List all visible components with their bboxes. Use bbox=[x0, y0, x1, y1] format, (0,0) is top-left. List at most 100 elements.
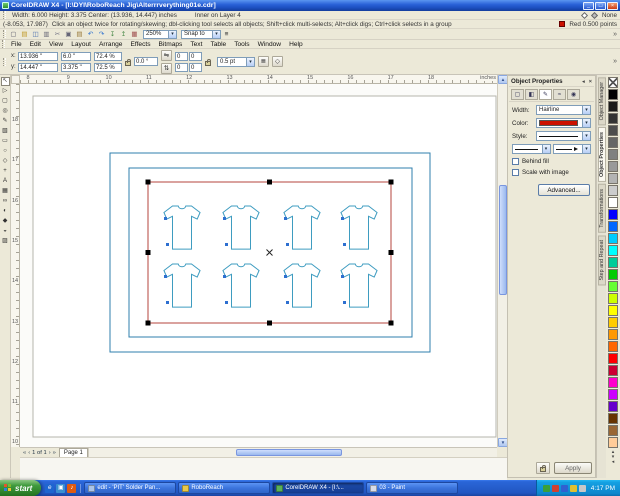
palette-color-swatch[interactable] bbox=[608, 329, 618, 340]
corner-radius-tl-input[interactable]: 0 bbox=[175, 51, 188, 61]
shape-tool[interactable]: ▷ bbox=[1, 87, 10, 96]
fill-tool[interactable]: ◒ bbox=[1, 227, 10, 236]
palette-color-swatch[interactable] bbox=[608, 113, 618, 124]
horizontal-ruler[interactable]: inches 8 9 10 11 12 13 14 15 16 17 18 bbox=[20, 75, 497, 84]
menu-layout[interactable]: Layout bbox=[67, 40, 95, 49]
open-icon[interactable]: ▤ bbox=[20, 30, 29, 39]
object-height-input[interactable]: 3.375 " bbox=[61, 62, 91, 72]
palette-color-swatch[interactable] bbox=[608, 293, 618, 304]
mirror-vertical-button[interactable]: ⇅ bbox=[161, 62, 172, 74]
last-page-button[interactable]: » bbox=[53, 450, 56, 456]
palette-color-swatch[interactable] bbox=[608, 341, 618, 352]
ie-quicklaunch-icon[interactable]: e bbox=[45, 483, 55, 493]
lock-button[interactable] bbox=[536, 462, 550, 474]
propbar-grip[interactable] bbox=[3, 57, 6, 66]
menu-grip[interactable] bbox=[2, 40, 5, 48]
undo-icon[interactable]: ↶ bbox=[86, 30, 95, 39]
toolbar-overflow-icon[interactable]: » bbox=[613, 31, 617, 38]
palette-color-swatch[interactable] bbox=[608, 389, 618, 400]
close-button[interactable]: × bbox=[607, 1, 618, 10]
freehand-tool[interactable]: ✎ bbox=[1, 117, 10, 126]
palette-color-swatch[interactable] bbox=[608, 173, 618, 184]
outline-pen-tool[interactable]: ◆ bbox=[1, 217, 10, 226]
scale-x-input[interactable]: 72.4 % bbox=[94, 51, 122, 61]
scale-with-image-checkbox[interactable] bbox=[512, 169, 519, 176]
propbar-overflow-icon[interactable]: » bbox=[613, 58, 617, 65]
corner-radius-bl-input[interactable]: 0 bbox=[175, 62, 188, 72]
paste-icon[interactable]: ▤ bbox=[75, 30, 84, 39]
scale-y-input[interactable]: 72.5 % bbox=[94, 62, 122, 72]
copy-icon[interactable]: ▣ bbox=[64, 30, 73, 39]
rectangle-tool[interactable]: ▭ bbox=[1, 137, 10, 146]
menu-tools[interactable]: Tools bbox=[230, 40, 253, 49]
corner-lock-icon[interactable] bbox=[205, 58, 211, 66]
start-arrowhead-select[interactable] bbox=[512, 144, 551, 154]
menu-bitmaps[interactable]: Bitmaps bbox=[155, 40, 187, 49]
media-player-icon[interactable]: ♪ bbox=[67, 483, 77, 493]
taskbar-button[interactable]: edit - 'PIT' Solder Pan... bbox=[84, 482, 177, 494]
palette-color-swatch[interactable] bbox=[608, 401, 618, 412]
ellipse-tool[interactable]: ○ bbox=[1, 147, 10, 156]
end-arrowhead-select[interactable] bbox=[552, 144, 591, 154]
new-document-icon[interactable]: ▢ bbox=[9, 30, 18, 39]
palette-expand-icon[interactable]: ◂ bbox=[612, 460, 615, 465]
palette-color-swatch[interactable] bbox=[608, 353, 618, 364]
zoom-tool[interactable]: ◎ bbox=[1, 107, 10, 116]
internet-tab[interactable]: ◉ bbox=[567, 89, 580, 100]
crop-tool[interactable]: ▢ bbox=[1, 97, 10, 106]
docker-vtab-object-manager[interactable]: Object Manager bbox=[597, 77, 606, 126]
vertical-scrollbar[interactable] bbox=[497, 75, 508, 447]
maximize-button[interactable]: □ bbox=[595, 1, 606, 10]
corner-radius-br-input[interactable]: 0 bbox=[189, 62, 202, 72]
docker-collapse-icon[interactable]: ◂ bbox=[582, 79, 585, 85]
start-button[interactable]: start bbox=[0, 480, 42, 496]
menu-table[interactable]: Table bbox=[206, 40, 230, 49]
import-icon[interactable]: ↧ bbox=[108, 30, 117, 39]
chevron-down-icon[interactable] bbox=[168, 30, 176, 38]
ruler-origin-corner[interactable] bbox=[11, 75, 20, 84]
table-tool[interactable]: ▦ bbox=[1, 187, 10, 196]
corner-radius-tr-input[interactable]: 0 bbox=[189, 51, 202, 61]
page-tab[interactable]: Page 1 bbox=[58, 448, 88, 457]
docker-outline-width-select[interactable]: Hairline bbox=[536, 105, 591, 115]
palette-color-swatch[interactable] bbox=[608, 377, 618, 388]
palette-color-swatch[interactable] bbox=[608, 125, 618, 136]
tray-icon[interactable] bbox=[542, 484, 550, 492]
vertical-ruler[interactable]: 18 17 16 15 14 13 12 11 10 bbox=[11, 84, 20, 447]
outline-width-select[interactable]: 0.5 pt bbox=[217, 56, 255, 67]
wrap-text-button[interactable]: ≣ bbox=[258, 56, 269, 67]
palette-color-swatch[interactable] bbox=[608, 233, 618, 244]
docker-outline-style-select[interactable] bbox=[536, 131, 591, 141]
pick-tool[interactable]: ↖ bbox=[0, 77, 10, 86]
chevron-down-icon[interactable] bbox=[582, 145, 590, 153]
lock-ratio-icon[interactable] bbox=[125, 58, 131, 66]
palette-color-swatch[interactable] bbox=[608, 305, 618, 316]
palette-color-swatch[interactable] bbox=[608, 281, 618, 292]
taskbar-button[interactable]: RoboReach bbox=[178, 482, 271, 494]
text-tool[interactable]: A bbox=[1, 177, 10, 186]
horizontal-scroll-thumb[interactable] bbox=[235, 449, 342, 456]
palette-color-swatch[interactable] bbox=[608, 149, 618, 160]
mirror-horizontal-button[interactable]: ⇋ bbox=[161, 49, 172, 61]
fill-tab[interactable]: ◧ bbox=[525, 89, 538, 100]
palette-color-swatch[interactable] bbox=[608, 161, 618, 172]
palette-color-swatch[interactable] bbox=[608, 245, 618, 256]
print-icon[interactable]: ▥ bbox=[42, 30, 51, 39]
toolbar-grip[interactable] bbox=[3, 30, 6, 38]
tray-icon[interactable] bbox=[551, 484, 559, 492]
object-x-input[interactable]: 13.936 " bbox=[18, 51, 58, 61]
general-tab[interactable]: ▢ bbox=[511, 89, 524, 100]
horizontal-scrollbar[interactable] bbox=[87, 448, 497, 457]
tray-icon[interactable] bbox=[578, 484, 586, 492]
tray-icon[interactable] bbox=[560, 484, 568, 492]
rotation-angle-input[interactable]: 0.0 ° bbox=[134, 57, 158, 66]
palette-color-swatch[interactable] bbox=[608, 209, 618, 220]
eyedropper-tool[interactable]: ◐ bbox=[1, 207, 10, 216]
menu-edit[interactable]: Edit bbox=[26, 40, 45, 49]
previous-page-button[interactable]: ‹ bbox=[28, 450, 30, 456]
menu-view[interactable]: View bbox=[45, 40, 67, 49]
palette-color-swatch[interactable] bbox=[608, 257, 618, 268]
palette-color-swatch[interactable] bbox=[608, 185, 618, 196]
snap-to-select[interactable]: Snap to bbox=[181, 29, 221, 39]
advanced-button[interactable]: Advanced... bbox=[538, 184, 590, 196]
